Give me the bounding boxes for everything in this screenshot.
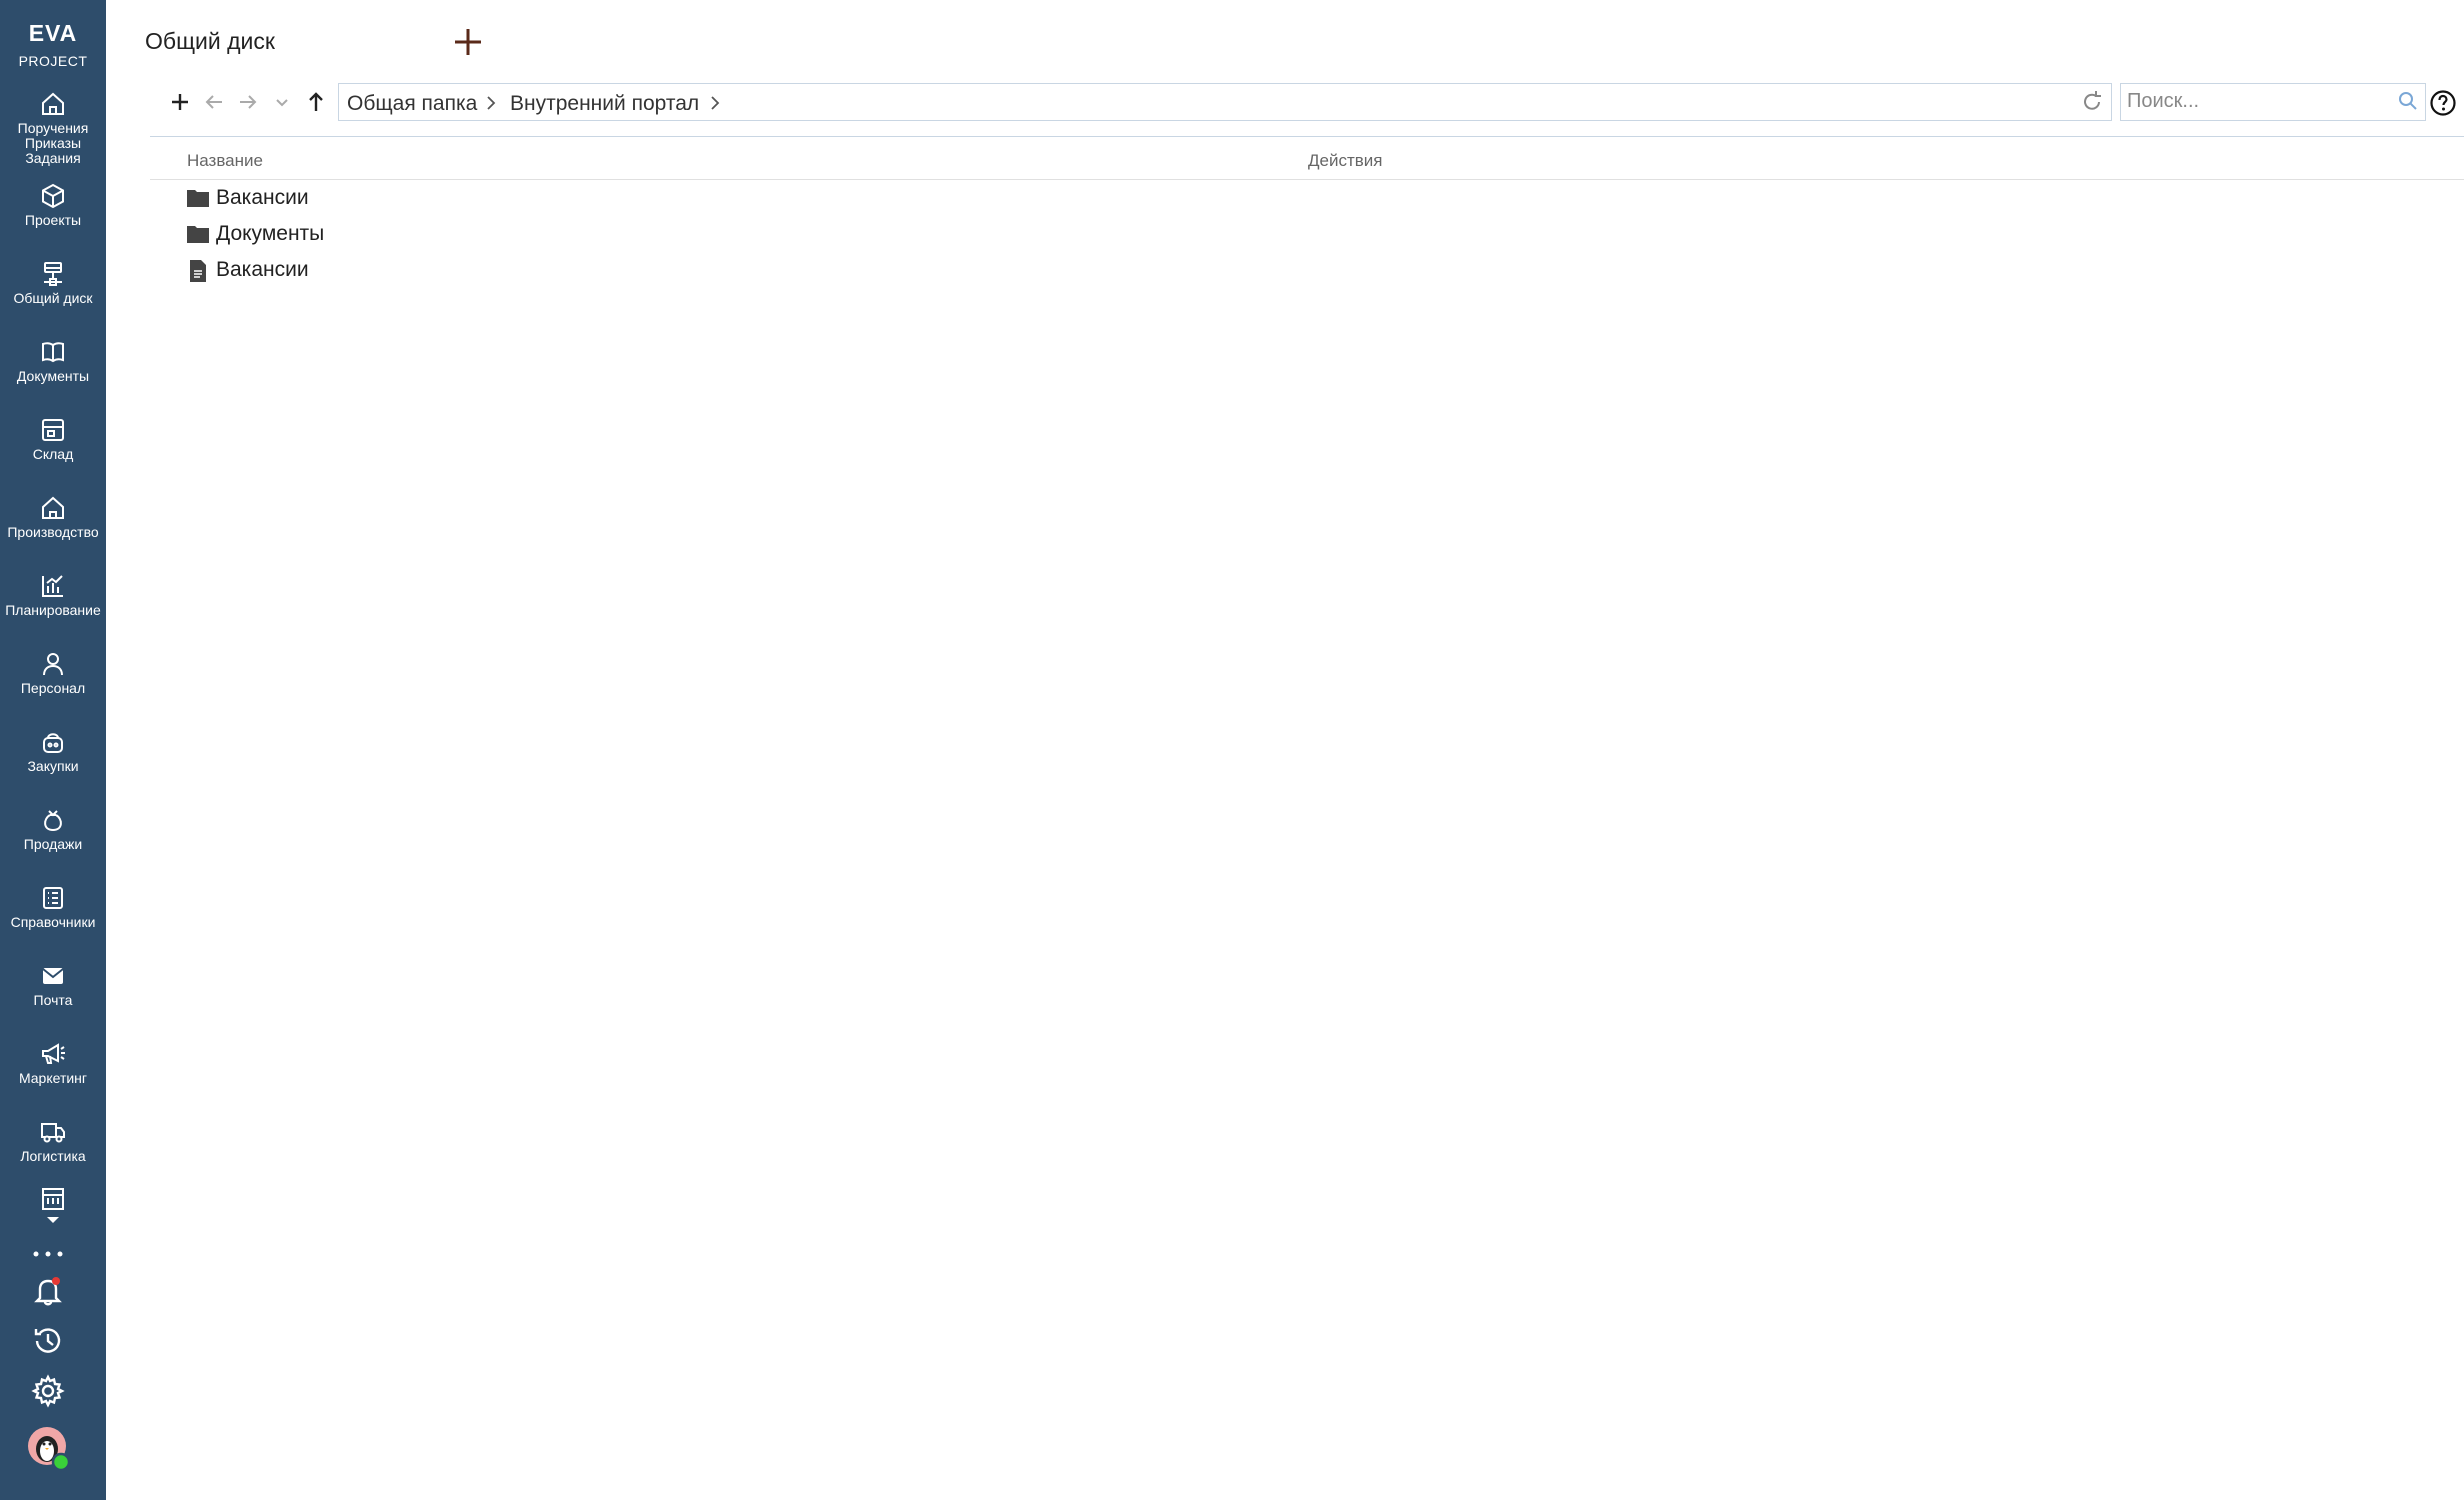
history-button[interactable] [0,1324,96,1358]
sidebar-item-projects[interactable]: Проекты [0,182,106,228]
sidebar-item-shared-drive[interactable]: Общий диск [0,260,106,306]
back-arrow-icon[interactable] [200,88,228,116]
warehouse-icon [42,419,64,441]
sidebar-item-mail[interactable]: Почта [0,962,106,1008]
settings-button[interactable] [0,1374,96,1408]
sidebar-item-label: Персонал [20,680,86,696]
sidebar-expand-more[interactable] [0,1186,106,1224]
file-document-icon [190,260,206,282]
sidebar-item-label: Проекты [24,212,82,228]
toolbar-divider [150,136,2464,137]
refresh-icon[interactable] [2078,88,2106,116]
sidebar-item-label: Общий диск [13,290,93,306]
sidebar-item-production[interactable]: Производство [0,494,106,540]
help-icon[interactable] [2428,88,2458,118]
chart-icon [42,575,63,597]
column-header-name[interactable]: Название [187,151,263,171]
sidebar-item-warehouse[interactable]: Склад [0,416,106,462]
breadcrumb-item-internal-portal[interactable]: Внутренний портал [510,92,699,116]
sidebar-item-label: Документы [16,368,90,384]
factory-icon [42,496,64,519]
sidebar-item-label: Поручения Приказы Задания [17,120,89,166]
sidebar-item-documents[interactable]: Документы [0,338,106,384]
more-dots-icon [33,1251,63,1257]
item-name: Вакансии [216,258,309,281]
new-item-icon[interactable] [166,88,194,116]
cube-icon [42,183,64,209]
sidebar-item-purchases[interactable]: Закупки [0,728,106,774]
sidebar: EVA PROJECT Поручения Приказы Задания Пр… [0,0,106,1500]
breadcrumb-item-shared-folder[interactable]: Общая папка [347,92,477,116]
breadcrumb: Общая папка Внутренний портал [338,83,2112,121]
history-icon [34,1328,61,1353]
user-avatar-icon [28,1427,71,1472]
gear-icon [31,1374,65,1408]
sidebar-item-label: Закупки [27,758,79,774]
add-icon[interactable] [452,26,484,58]
search-input[interactable] [2121,84,2371,118]
sidebar-item-label: Справочники [10,914,96,930]
notifications-button[interactable] [0,1274,96,1308]
sidebar-item-label: Почта [33,992,73,1008]
chevron-right-icon [487,96,496,110]
building-icon [42,1188,64,1210]
sidebar-item-staff[interactable]: Персонал [0,650,106,696]
item-name: Документы [216,222,325,245]
logo-title: EVA [28,20,78,46]
sidebar-item-label: Склад [32,446,74,462]
folder-icon [187,190,209,207]
book-icon [42,342,64,363]
app-logo[interactable]: EVA PROJECT [0,20,106,69]
basket-icon [43,733,63,753]
sidebar-item-label: Планирование [5,602,101,618]
column-header-actions: Действия [1308,151,1383,170]
search-field [2120,83,2426,121]
forward-arrow-icon[interactable] [234,88,262,116]
sidebar-item-label: Маркетинг [18,1070,88,1086]
folder-icon [187,226,209,243]
sidebar-item-logistics[interactable]: Логистика [0,1118,106,1164]
logo-subtitle: PROJECT [18,53,88,69]
item-name: Вакансии [216,186,309,209]
main-content: Общий диск Общая папка Внутренний портал… [106,0,2464,1500]
moneybag-icon [44,810,62,832]
avatar[interactable] [0,1424,96,1474]
sidebar-item-assignments[interactable]: Поручения Приказы Задания [0,90,106,166]
header-divider [150,179,2464,180]
sidebar-item-marketing[interactable]: Маркетинг [0,1040,106,1086]
sidebar-item-planning[interactable]: Планирование [0,572,106,618]
truck-icon [41,1123,65,1143]
sidebar-item-label: Производство [7,524,99,540]
more-menu-button[interactable] [0,1250,96,1258]
chevron-right-icon[interactable] [707,93,723,113]
sidebar-item-references[interactable]: Справочники [0,884,106,930]
caret-down-icon [47,1217,59,1223]
page-title: Общий диск [145,28,275,54]
chevron-down-icon[interactable] [268,88,296,116]
up-arrow-icon[interactable] [302,88,330,116]
sidebar-item-label: Продажи [23,836,83,852]
sidebar-item-label: Логистика [20,1148,86,1164]
search-icon[interactable] [2397,90,2419,112]
mail-icon [42,968,64,984]
megaphone-icon [42,1043,65,1064]
sidebar-item-sales[interactable]: Продажи [0,806,106,852]
bell-icon [34,1277,62,1306]
home-icon [42,92,64,115]
list-icon [43,887,63,909]
person-icon [43,653,63,676]
network-drive-icon [44,262,62,286]
